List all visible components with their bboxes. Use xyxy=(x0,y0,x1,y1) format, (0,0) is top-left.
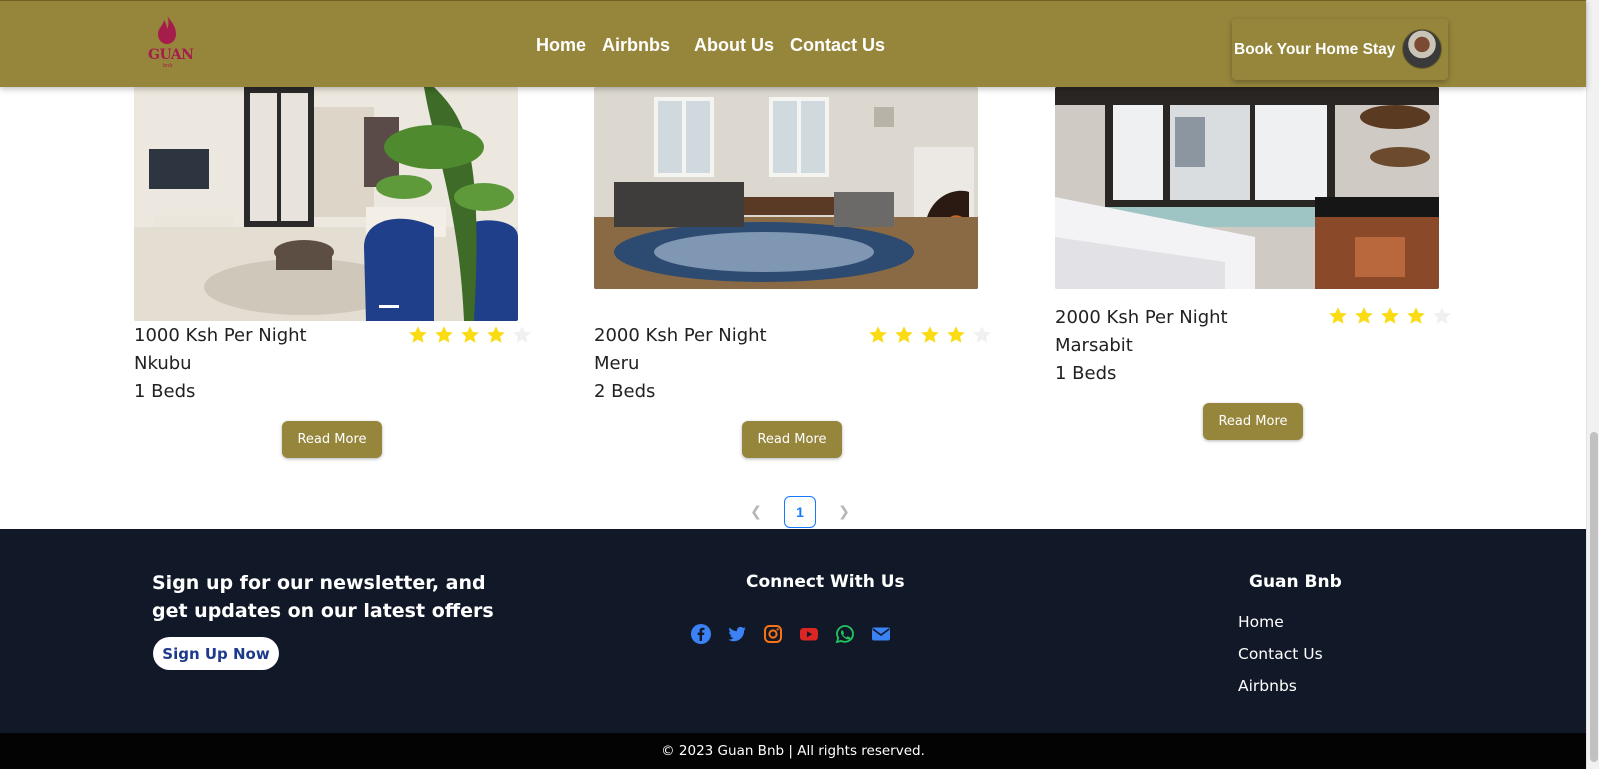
logo-text: GUAN xyxy=(148,47,194,63)
connect-title: Connect With Us xyxy=(746,572,905,592)
star-rating[interactable] xyxy=(408,325,532,345)
star-icon[interactable] xyxy=(868,325,888,345)
listing-price: 2000 Ksh Per Night xyxy=(594,325,767,346)
star-rating[interactable] xyxy=(868,325,992,345)
chevron-right-icon[interactable]: ❯ xyxy=(828,496,860,528)
star-icon[interactable] xyxy=(1406,306,1426,326)
nav-contact-us[interactable]: Contact Us xyxy=(790,35,885,56)
star-icon[interactable] xyxy=(1380,306,1400,326)
listing-image[interactable] xyxy=(594,87,978,289)
listing-beds: 1 Beds xyxy=(1055,363,1117,384)
listing-location: Meru xyxy=(594,353,640,374)
flame-icon xyxy=(158,15,176,44)
chevron-left-icon[interactable]: ❮ xyxy=(740,496,772,528)
footer-link-airbnbs[interactable]: Airbnbs xyxy=(1238,670,1323,702)
listing-image[interactable] xyxy=(134,87,518,321)
bedroom-photo xyxy=(1055,87,1439,289)
sign-up-button[interactable]: Sign Up Now xyxy=(153,637,279,670)
star-icon[interactable] xyxy=(1328,306,1348,326)
listing-location: Nkubu xyxy=(134,353,192,374)
newsletter-title: Sign up for our newsletter, and get upda… xyxy=(152,572,494,622)
living-room-photo xyxy=(594,87,978,289)
star-icon[interactable] xyxy=(408,325,428,345)
listing-price: 1000 Ksh Per Night xyxy=(134,325,307,346)
star-icon[interactable] xyxy=(1354,306,1374,326)
footer-link-contact-us[interactable]: Contact Us xyxy=(1238,638,1323,670)
star-icon[interactable] xyxy=(512,325,532,345)
read-more-button[interactable]: Read More xyxy=(742,421,842,458)
site-footer: Sign up for our newsletter, and get upda… xyxy=(0,529,1586,733)
listing-info: 2000 Ksh Per Night Meru 2 Beds xyxy=(594,322,767,406)
facebook-icon[interactable] xyxy=(691,624,711,644)
star-icon[interactable] xyxy=(972,325,992,345)
social-links xyxy=(691,624,891,644)
star-icon[interactable] xyxy=(894,325,914,345)
listing-beds: 1 Beds xyxy=(134,381,196,402)
star-icon[interactable] xyxy=(1432,306,1452,326)
living-room-photo xyxy=(134,87,518,321)
pagination: ❮ 1 ❯ xyxy=(740,496,860,528)
star-icon[interactable] xyxy=(946,325,966,345)
instagram-icon[interactable] xyxy=(763,624,783,644)
listing-image[interactable] xyxy=(1055,87,1439,289)
logo[interactable]: GUAN bnb xyxy=(146,15,194,71)
footer-brand-title: Guan Bnb xyxy=(1249,572,1342,592)
star-icon[interactable] xyxy=(460,325,480,345)
listing-beds: 2 Beds xyxy=(594,381,656,402)
nav-airbnbs[interactable]: Airbnbs xyxy=(602,35,670,56)
read-more-button[interactable]: Read More xyxy=(1203,403,1303,440)
email-icon[interactable] xyxy=(871,624,891,644)
listing-info: 1000 Ksh Per Night Nkubu 1 Beds xyxy=(134,322,307,406)
book-button-label: Book Your Home Stay xyxy=(1234,40,1396,58)
book-home-stay-button[interactable]: Book Your Home Stay xyxy=(1232,19,1448,80)
footer-links: Home Contact Us Airbnbs xyxy=(1238,606,1323,702)
site-header: GUAN bnb Home Airbnbs About Us Contact U… xyxy=(0,0,1586,87)
star-icon[interactable] xyxy=(486,325,506,345)
star-rating[interactable] xyxy=(1328,306,1452,326)
page-1-button[interactable]: 1 xyxy=(784,496,816,528)
youtube-icon[interactable] xyxy=(799,624,819,644)
listing-price: 2000 Ksh Per Night xyxy=(1055,307,1228,328)
listing-info: 2000 Ksh Per Night Marsabit 1 Beds xyxy=(1055,304,1228,388)
nav-home[interactable]: Home xyxy=(536,35,586,56)
scrollbar[interactable] xyxy=(1586,0,1599,769)
avatar[interactable] xyxy=(1402,29,1442,69)
star-icon[interactable] xyxy=(920,325,940,345)
twitter-icon[interactable] xyxy=(727,624,747,644)
footer-link-home[interactable]: Home xyxy=(1238,606,1323,638)
scrollbar-thumb[interactable] xyxy=(1590,432,1598,762)
main-nav: Home Airbnbs About Us Contact Us xyxy=(536,35,885,56)
nav-about-us[interactable]: About Us xyxy=(694,35,774,56)
listing-location: Marsabit xyxy=(1055,335,1133,356)
star-icon[interactable] xyxy=(434,325,454,345)
logo-subtext: bnb xyxy=(163,63,173,69)
read-more-button[interactable]: Read More xyxy=(282,421,382,458)
copyright: © 2023 Guan Bnb | All rights reserved. xyxy=(0,733,1586,769)
whatsapp-icon[interactable] xyxy=(835,624,855,644)
